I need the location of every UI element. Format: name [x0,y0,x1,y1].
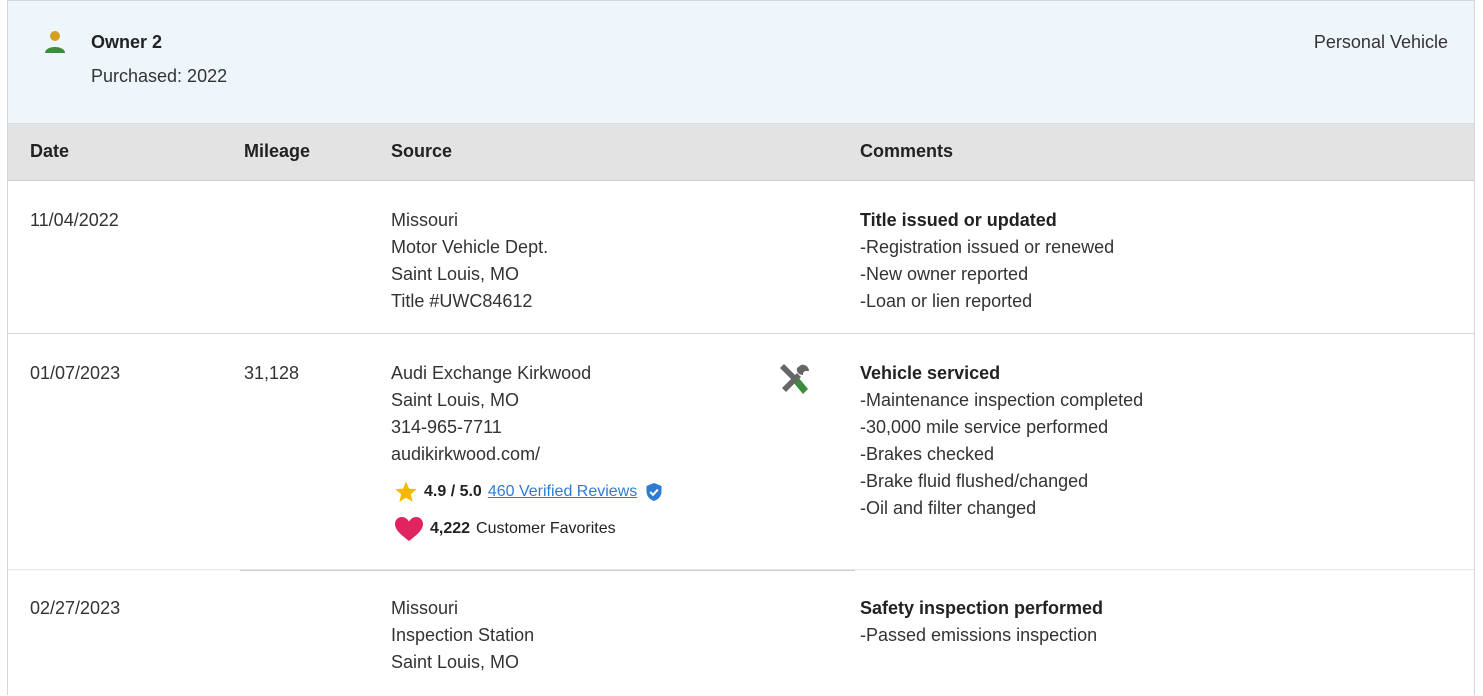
source-line: audikirkwood.com/ [391,444,541,464]
row-date: 02/27/2023 [30,598,121,618]
source-line: Motor Vehicle Dept. [391,237,549,257]
row-source: Missouri Motor Vehicle Dept. Saint Louis… [391,207,548,315]
source-line: 314-965-7711 [391,417,502,437]
source-line: Saint Louis, MO [391,390,520,410]
favorites-label: Customer Favorites [476,520,616,537]
row-date: 11/04/2022 [30,210,119,230]
owner-title: Owner 2 [91,32,163,52]
owner-purchased: Purchased: 2022 [91,66,228,86]
comment-item: -30,000 mile service performed [860,417,1109,437]
person-icon [45,31,65,53]
table-header: Date Mileage Source Comments [8,124,1474,181]
comment-title: Safety inspection performed [860,598,1104,618]
row-source: Missouri Inspection Station Saint Louis,… [391,595,534,676]
comment-item: -New owner reported [860,264,1029,284]
row-comments: Vehicle serviced -Maintenance inspection… [860,360,1143,522]
table-row: 01/07/2023 31,128 Audi Exchange Kirkwood… [8,334,1474,570]
tools-icon [780,364,809,394]
owner-history-card: Owner 2 Purchased: 2022 Personal Vehicle… [7,0,1475,695]
favorites-count: 4,222 [430,520,471,537]
source-line: Missouri [391,598,459,618]
vehicle-type: Personal Vehicle [1313,32,1448,52]
star-icon [395,481,417,502]
comment-item: -Brake fluid flushed/changed [860,471,1089,491]
row-date: 01/07/2023 [30,363,121,383]
source-line: Title #UWC84612 [391,291,533,311]
comment-item: -Registration issued or renewed [860,237,1115,257]
row-comments: Title issued or updated -Registration is… [860,207,1114,315]
source-line: Saint Louis, MO [391,652,520,672]
comment-item: -Brakes checked [860,444,995,464]
header-mileage: Mileage [244,141,311,161]
comment-item: -Oil and filter changed [860,498,1037,518]
rating-value: 4.9 / 5.0 [424,483,482,500]
heart-icon [395,517,423,541]
row-mileage: 31,128 [244,363,300,383]
comment-item: -Passed emissions inspection [860,625,1098,645]
table-row: 02/27/2023 Missouri Inspection Station S… [8,571,1474,696]
source-line: Audi Exchange Kirkwood [391,363,592,383]
source-line: Missouri [391,210,459,230]
header-comments: Comments [860,141,954,161]
comment-item: -Loan or lien reported [860,291,1033,311]
owner-header: Owner 2 Purchased: 2022 Personal Vehicle [8,1,1474,124]
source-line: Inspection Station [391,625,535,645]
comment-item: -Maintenance inspection completed [860,390,1144,410]
favorites-line: 4,222 Customer Favorites [394,516,616,542]
row-comments: Safety inspection performed -Passed emis… [860,595,1103,649]
table-row: 11/04/2022 Missouri Motor Vehicle Dept. … [8,181,1474,333]
rating-line: 4.9 / 5.0 460 Verified Reviews [394,480,663,504]
header-date: Date [30,141,70,161]
comment-title: Vehicle serviced [860,363,1001,383]
verified-shield-icon [646,483,662,501]
verified-reviews-link[interactable]: 460 Verified Reviews [488,483,637,501]
source-line: Saint Louis, MO [391,264,520,284]
comment-title: Title issued or updated [860,210,1057,230]
header-source: Source [391,141,453,161]
row-source: Audi Exchange Kirkwood Saint Louis, MO 3… [391,360,591,468]
